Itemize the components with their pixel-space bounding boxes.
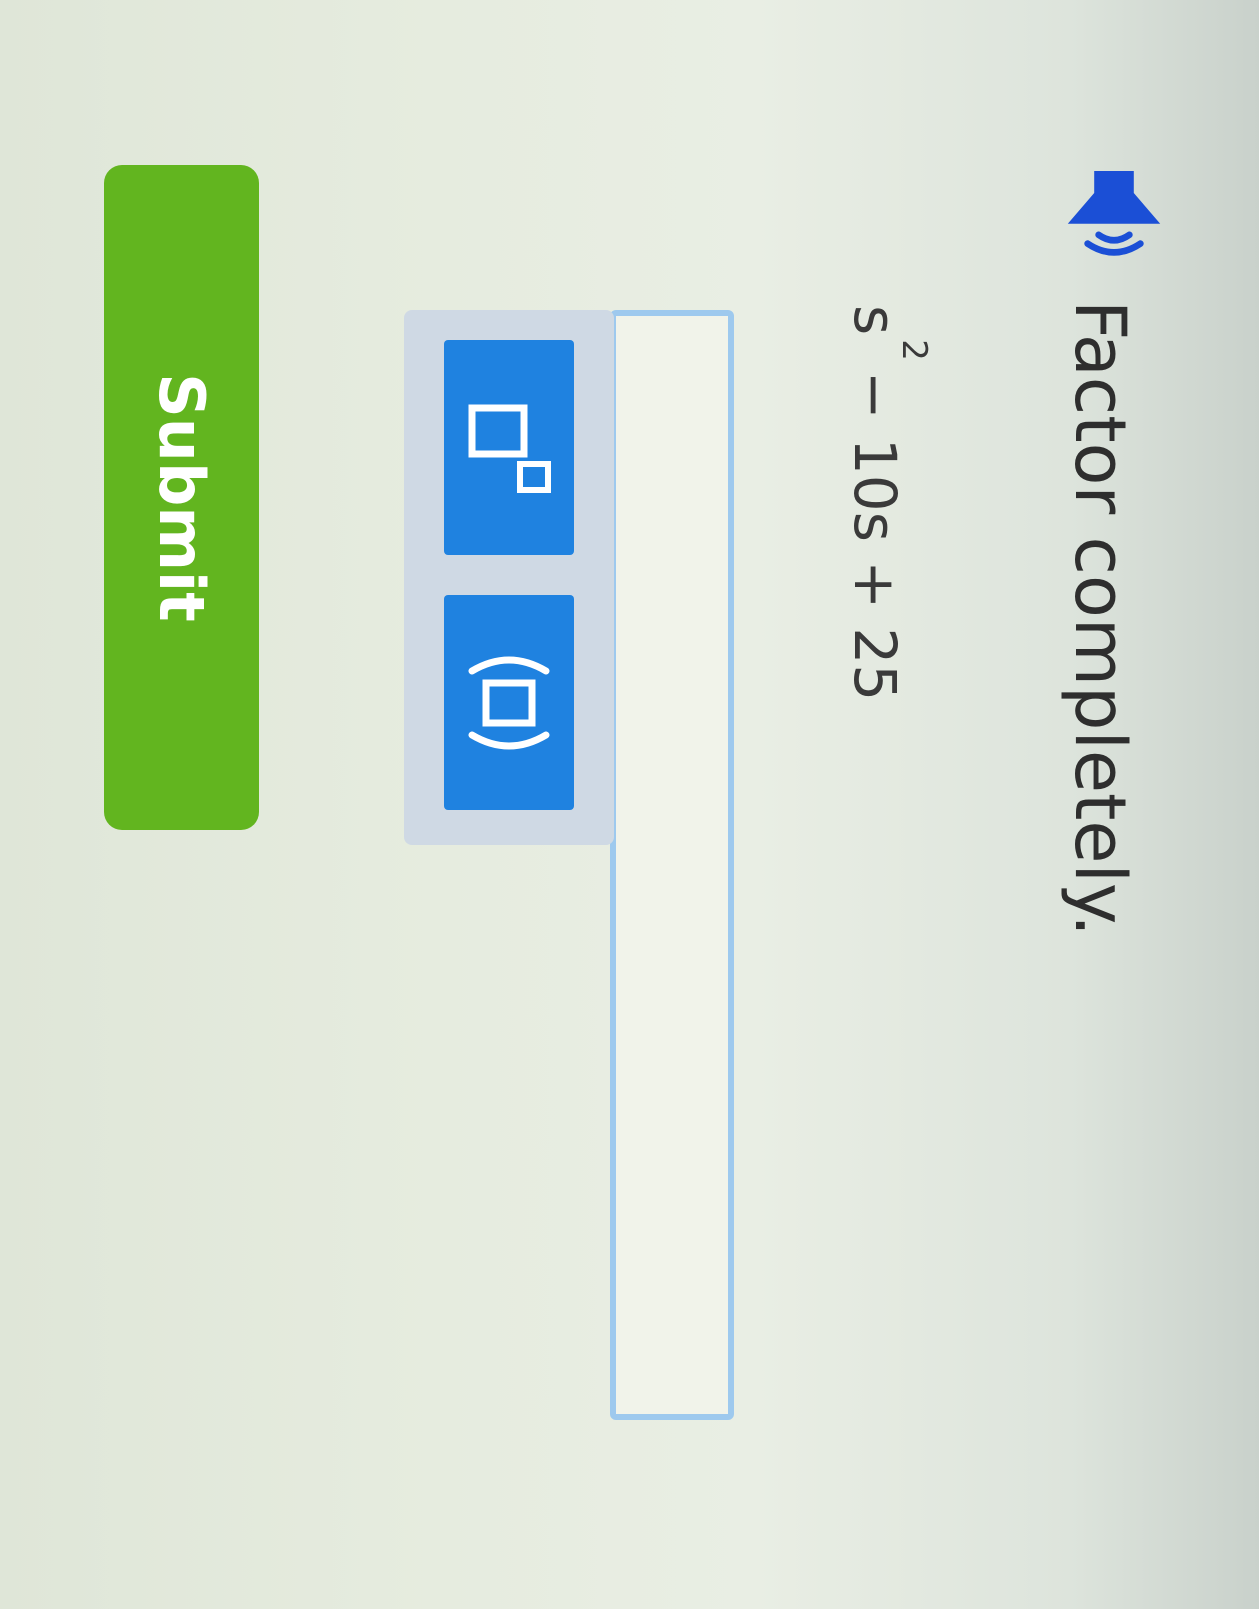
exponent-template-icon [468, 404, 551, 493]
speaker-icon-graphic [1067, 171, 1161, 256]
question-page: Factor completely. s 2 − 10s + 25 Submit [0, 0, 1259, 1609]
submit-button[interactable]: Submit [104, 165, 259, 830]
parentheses-button[interactable] [444, 595, 574, 810]
expression-variable: s [841, 305, 909, 336]
parentheses-template-icon [468, 656, 550, 750]
exponent-button[interactable] [444, 340, 574, 555]
expression-exponent: 2 [894, 339, 935, 361]
question-prompt: Factor completely. [1059, 300, 1141, 937]
math-toolbar [404, 310, 614, 845]
math-expression: s 2 − 10s + 25 [841, 305, 934, 702]
expression-rest: − 10s + 25 [841, 370, 909, 702]
speaker-icon[interactable] [1059, 160, 1169, 270]
answer-input[interactable] [610, 310, 734, 1420]
